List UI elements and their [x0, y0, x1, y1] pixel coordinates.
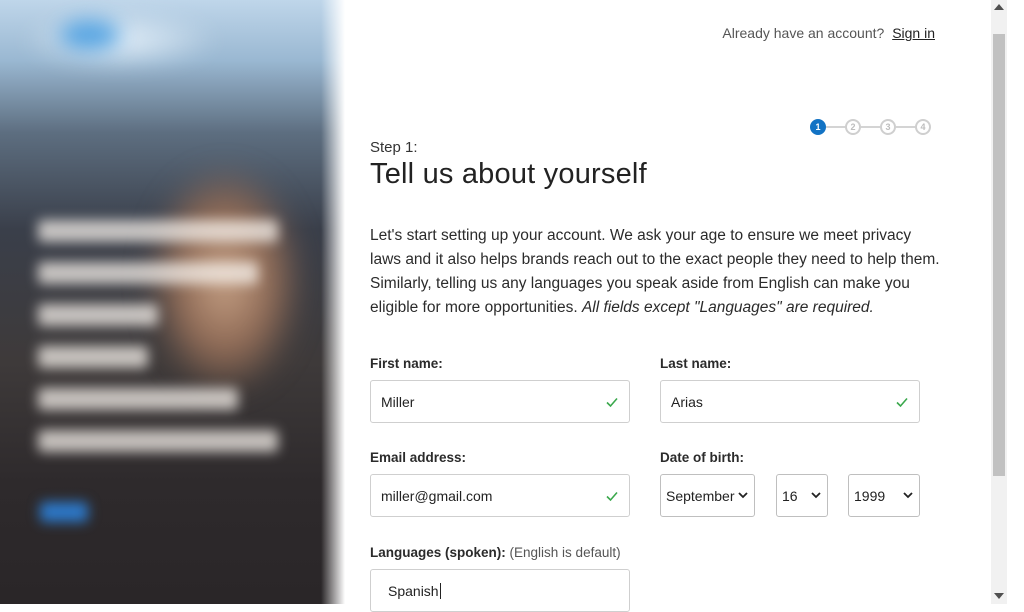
- page-scrollbar[interactable]: [991, 0, 1007, 604]
- dob-label: Date of birth:: [660, 450, 744, 465]
- text-cursor: [439, 582, 441, 599]
- hero-background-image: [0, 0, 345, 604]
- required-fields-note: All fields except "Languages" are requir…: [581, 299, 874, 316]
- languages-note: (English is default): [509, 545, 621, 560]
- first-name-value: Miller: [381, 393, 415, 410]
- checkmark-icon: [895, 395, 909, 409]
- email-label: Email address:: [370, 450, 467, 465]
- dob-year-value: 1999: [854, 487, 886, 504]
- signin-link[interactable]: Sign in: [892, 25, 935, 41]
- chevron-down-icon: [738, 492, 748, 499]
- languages-value: Spanish: [388, 582, 439, 599]
- dob-year-select[interactable]: 1999: [848, 474, 920, 517]
- step-label: Step 1:: [370, 139, 418, 156]
- languages-label: Languages (spoken): (English is default): [370, 545, 621, 560]
- intro-paragraph: Let's start setting up your account. We …: [370, 224, 945, 320]
- chevron-down-icon: [811, 492, 821, 499]
- dob-month-value: September: [666, 487, 735, 504]
- step-1-indicator: 1: [810, 119, 826, 135]
- last-name-label: Last name:: [660, 356, 732, 371]
- scroll-up-arrow-icon[interactable]: [994, 4, 1004, 10]
- email-field[interactable]: miller@gmail.com: [370, 474, 630, 517]
- dob-day-select[interactable]: 16: [776, 474, 828, 517]
- step-connector: [826, 126, 845, 128]
- step-3-indicator: 3: [880, 119, 896, 135]
- step-4-indicator: 4: [915, 119, 931, 135]
- languages-field[interactable]: Spanish: [370, 569, 630, 612]
- signin-prompt-text: Already have an account?: [722, 25, 885, 41]
- progress-stepper: 1 2 3 4: [810, 119, 931, 135]
- scrollbar-thumb[interactable]: [993, 34, 1005, 476]
- checkmark-icon: [605, 489, 619, 503]
- page-title: Tell us about yourself: [370, 158, 647, 190]
- dob-month-select[interactable]: September: [660, 474, 755, 517]
- chevron-down-icon: [903, 492, 913, 499]
- signin-prompt: Already have an account? Sign in: [722, 25, 935, 41]
- last-name-value: Arias: [671, 393, 703, 410]
- last-name-field[interactable]: Arias: [660, 380, 920, 423]
- step-2-indicator: 2: [845, 119, 861, 135]
- languages-label-text: Languages (spoken):: [370, 545, 506, 560]
- first-name-field[interactable]: Miller: [370, 380, 630, 423]
- step-connector: [896, 126, 915, 128]
- scroll-down-arrow-icon[interactable]: [994, 593, 1004, 599]
- email-value: miller@gmail.com: [381, 487, 493, 504]
- first-name-label: First name:: [370, 356, 443, 371]
- dob-day-value: 16: [782, 487, 798, 504]
- step-connector: [861, 126, 880, 128]
- checkmark-icon: [605, 395, 619, 409]
